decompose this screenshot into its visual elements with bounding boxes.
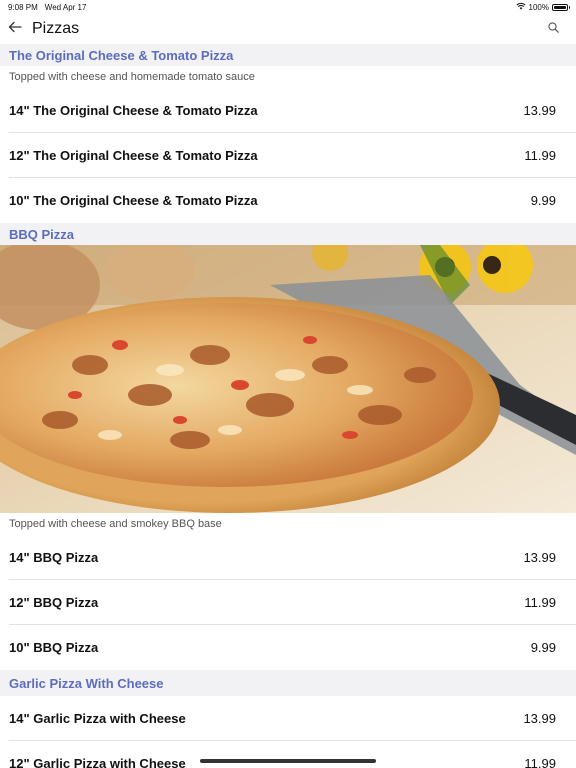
menu-item-row[interactable]: 12" Garlic Pizza with Cheese 11.99: [9, 741, 576, 768]
menu-item-row[interactable]: 14" The Original Cheese & Tomato Pizza 1…: [9, 88, 576, 133]
item-price: 11.99: [524, 594, 556, 610]
item-name: 14" The Original Cheese & Tomato Pizza: [9, 102, 258, 118]
menu-item-row[interactable]: 10" The Original Cheese & Tomato Pizza 9…: [9, 178, 576, 223]
section-description: Topped with cheese and homemade tomato s…: [9, 71, 255, 83]
item-price: 9.99: [530, 193, 556, 208]
battery-level: [554, 5, 566, 9]
menu-item-row[interactable]: 12" BBQ Pizza 11.99: [9, 580, 576, 625]
menu-item-row[interactable]: 14" Garlic Pizza with Cheese 13.99: [9, 696, 576, 741]
section-header-original-cheese-tomato: The Original Cheese & Tomato Pizza: [0, 44, 576, 66]
battery-percent: 100%: [528, 2, 549, 12]
nav-bar: Pizzas: [0, 14, 576, 44]
status-bar: 9:08 PM Wed Apr 17 100%: [0, 0, 576, 14]
search-icon: [547, 20, 559, 38]
item-name: 14" Garlic Pizza with Cheese: [9, 710, 186, 726]
menu-item-row[interactable]: 14" BBQ Pizza 13.99: [9, 535, 576, 580]
item-price: 13.99: [523, 102, 556, 118]
back-button[interactable]: [0, 14, 30, 44]
bbq-pizza-photo: [0, 245, 576, 513]
item-price: 9.99: [530, 640, 556, 655]
item-price: 11.99: [524, 147, 556, 163]
menu-item-row[interactable]: 12" The Original Cheese & Tomato Pizza 1…: [9, 133, 576, 178]
item-name: 10" BBQ Pizza: [9, 640, 99, 655]
item-price: 11.99: [524, 756, 556, 768]
wifi-icon: [515, 2, 526, 12]
menu-item-row[interactable]: 10" BBQ Pizza 9.99: [9, 625, 576, 670]
status-right: 100%: [515, 2, 570, 12]
app-screen: 9:08 PM Wed Apr 17 100% Pizzas The Origi…: [0, 0, 576, 768]
battery-icon: [552, 3, 570, 11]
arrow-left-icon: [8, 20, 22, 38]
status-time: 9:08 PM: [8, 2, 38, 12]
item-name: 14" BBQ Pizza: [9, 549, 99, 565]
item-name: 12" The Original Cheese & Tomato Pizza: [9, 147, 258, 163]
status-left: 9:08 PM Wed Apr 17: [8, 3, 86, 12]
page-title: Pizzas: [32, 20, 80, 37]
home-indicator[interactable]: [200, 759, 376, 763]
status-date: Wed Apr 17: [44, 2, 87, 12]
item-price: 13.99: [523, 710, 556, 726]
section-description: Topped with cheese and smokey BBQ base: [9, 518, 222, 530]
item-name: 12" Garlic Pizza with Cheese: [9, 756, 186, 768]
item-price: 13.99: [523, 549, 556, 565]
section-header-bbq-pizza: BBQ Pizza: [0, 223, 576, 245]
section-header-garlic-pizza: Garlic Pizza With Cheese: [0, 670, 576, 696]
search-button[interactable]: [538, 14, 568, 44]
item-name: 10" The Original Cheese & Tomato Pizza: [9, 193, 258, 208]
item-name: 12" BBQ Pizza: [9, 594, 99, 610]
menu-list[interactable]: The Original Cheese & Tomato Pizza Toppe…: [0, 44, 576, 768]
